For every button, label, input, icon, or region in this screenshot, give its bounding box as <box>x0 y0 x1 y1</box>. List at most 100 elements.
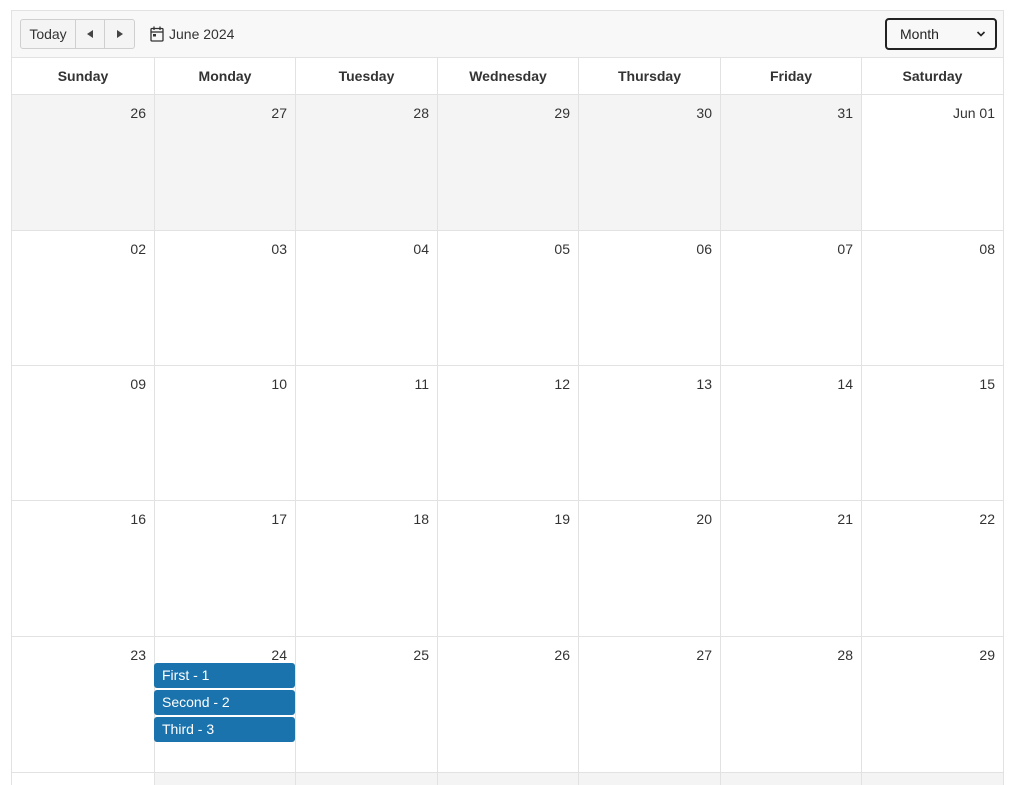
day-number[interactable]: 28 <box>413 105 429 121</box>
day-number[interactable]: 12 <box>554 376 570 392</box>
scheduler: Today June 2024 Month Sunday Monday Tues… <box>11 10 1004 785</box>
week-row: 16 17 18 19 20 21 22 <box>12 501 1003 637</box>
day-number[interactable]: 30 <box>696 105 712 121</box>
day-cell[interactable]: 18 <box>296 501 438 636</box>
day-number[interactable]: 29 <box>979 647 995 663</box>
week-row: 23 24 First - 1 Second - 2 Third - 3 25 26 27 28… <box>12 637 1003 773</box>
day-cell[interactable]: 14 <box>721 366 862 500</box>
day-cell[interactable]: 28 <box>296 95 438 230</box>
day-number[interactable]: 06 <box>696 241 712 257</box>
day-number[interactable]: 25 <box>413 647 429 663</box>
day-number[interactable]: 11 <box>414 376 429 392</box>
day-cell[interactable]: 15 <box>862 366 1003 500</box>
day-cell[interactable] <box>579 773 721 785</box>
day-number[interactable]: 19 <box>554 511 570 527</box>
day-number[interactable]: 21 <box>837 511 853 527</box>
weekday-header-row: Sunday Monday Tuesday Wednesday Thursday Frid… <box>12 58 1003 95</box>
caret-right-icon <box>116 30 123 38</box>
day-cell[interactable]: 16 <box>12 501 155 636</box>
day-number[interactable]: 26 <box>554 647 570 663</box>
day-number[interactable]: 28 <box>837 647 853 663</box>
day-number[interactable]: 02 <box>130 241 146 257</box>
current-period-button[interactable]: June 2024 <box>150 19 234 49</box>
day-cell[interactable]: 22 <box>862 501 1003 636</box>
day-cell[interactable]: 19 <box>438 501 579 636</box>
current-period-label: June 2024 <box>169 26 235 42</box>
today-button[interactable]: Today <box>21 20 76 48</box>
day-cell[interactable]: Jun 01 <box>862 95 1003 230</box>
caret-left-icon <box>87 30 93 38</box>
day-cell[interactable]: 02 <box>12 231 155 365</box>
day-number[interactable]: 22 <box>979 511 995 527</box>
event-item[interactable]: First - 1 <box>154 663 295 688</box>
day-number[interactable]: 17 <box>271 511 287 527</box>
day-cell[interactable] <box>155 773 296 785</box>
event-item[interactable]: Third - 3 <box>154 717 295 742</box>
week-row-partial <box>12 773 1003 785</box>
day-cell[interactable]: 06 <box>579 231 721 365</box>
month-grid: 26 27 28 29 30 31 Jun 01 02 03 04 05 06 07 08 09 10 11 12… <box>12 95 1003 785</box>
day-cell[interactable]: 13 <box>579 366 721 500</box>
day-cell[interactable]: 05 <box>438 231 579 365</box>
day-number[interactable]: 24 <box>271 647 287 663</box>
day-number[interactable]: 31 <box>837 105 853 121</box>
event-item[interactable]: Second - 2 <box>154 690 295 715</box>
day-cell[interactable]: 20 <box>579 501 721 636</box>
day-number[interactable]: 20 <box>696 511 712 527</box>
day-number[interactable]: 23 <box>130 647 146 663</box>
day-cell[interactable] <box>862 773 1003 785</box>
day-number[interactable]: 04 <box>413 241 429 257</box>
weekday-header-monday: Monday <box>155 58 296 94</box>
day-cell[interactable] <box>12 773 155 785</box>
day-number[interactable]: 14 <box>837 376 853 392</box>
day-cell[interactable]: 28 <box>721 637 862 772</box>
previous-button[interactable] <box>76 20 105 48</box>
day-cell[interactable]: 30 <box>579 95 721 230</box>
day-number[interactable]: 09 <box>130 376 146 392</box>
day-cell[interactable]: 17 <box>155 501 296 636</box>
day-number[interactable]: Jun 01 <box>953 105 995 121</box>
day-cell[interactable]: 25 <box>296 637 438 772</box>
day-number[interactable]: 15 <box>979 376 995 392</box>
day-cell[interactable]: 04 <box>296 231 438 365</box>
day-cell[interactable]: 03 <box>155 231 296 365</box>
day-cell[interactable]: 21 <box>721 501 862 636</box>
day-cell[interactable]: 29 <box>438 95 579 230</box>
day-number[interactable]: 05 <box>554 241 570 257</box>
day-number[interactable]: 16 <box>130 511 146 527</box>
view-select[interactable]: Month <box>885 18 997 50</box>
day-cell[interactable]: 26 <box>438 637 579 772</box>
navigation-button-group: Today <box>20 19 135 49</box>
day-cell[interactable]: 07 <box>721 231 862 365</box>
day-cell[interactable] <box>296 773 438 785</box>
day-cell[interactable]: 09 <box>12 366 155 500</box>
day-cell[interactable] <box>721 773 862 785</box>
day-cell[interactable] <box>438 773 579 785</box>
calendar-icon <box>150 26 164 42</box>
day-cell[interactable]: 26 <box>12 95 155 230</box>
day-number[interactable]: 08 <box>979 241 995 257</box>
day-number[interactable]: 26 <box>130 105 146 121</box>
day-cell[interactable]: 23 <box>12 637 155 772</box>
day-cell[interactable]: 10 <box>155 366 296 500</box>
day-cell[interactable]: 08 <box>862 231 1003 365</box>
next-button[interactable] <box>105 20 134 48</box>
week-row: 26 27 28 29 30 31 Jun 01 <box>12 95 1003 231</box>
weekday-header-friday: Friday <box>721 58 862 94</box>
day-cell[interactable]: 12 <box>438 366 579 500</box>
day-number[interactable]: 18 <box>413 511 429 527</box>
day-cell[interactable]: 24 First - 1 Second - 2 Third - 3 <box>154 637 296 772</box>
day-number[interactable]: 07 <box>837 241 853 257</box>
day-cell[interactable]: 29 <box>862 637 1003 772</box>
day-cell[interactable]: 11 <box>296 366 438 500</box>
day-number[interactable]: 27 <box>271 105 287 121</box>
day-number[interactable]: 10 <box>271 376 287 392</box>
day-cell[interactable]: 27 <box>579 637 721 772</box>
day-number[interactable]: 29 <box>554 105 570 121</box>
day-number[interactable]: 13 <box>696 376 712 392</box>
day-number[interactable]: 03 <box>271 241 287 257</box>
weekday-header-sunday: Sunday <box>12 58 155 94</box>
day-number[interactable]: 27 <box>696 647 712 663</box>
day-cell[interactable]: 31 <box>721 95 862 230</box>
day-cell[interactable]: 27 <box>155 95 296 230</box>
